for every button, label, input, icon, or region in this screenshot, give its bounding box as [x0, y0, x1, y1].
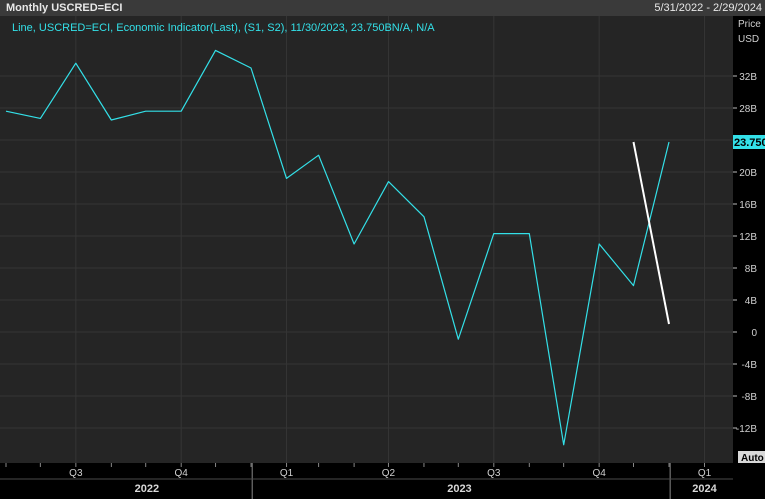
x-tick-label: Q4 — [592, 468, 606, 479]
x-tick-label: Q3 — [487, 468, 501, 479]
series-legend[interactable]: Line, USCRED=ECI, Economic Indicator(Las… — [12, 22, 435, 34]
chart-area[interactable]: 32B28B24B20B16B12B8B4B0-4B-8B-12B Q3Q4Q1… — [0, 0, 765, 499]
y-tick-label: -4B — [741, 360, 757, 371]
x-tick-label: Q1 — [698, 468, 712, 479]
y-tick-label: 28B — [739, 104, 757, 115]
x-tick-label: Q3 — [69, 468, 83, 479]
auto-scale-label[interactable]: Auto — [741, 453, 764, 464]
x-tick-label: Q1 — [280, 468, 294, 479]
last-value-label: 23.750 — [734, 137, 765, 149]
currency-label: USD — [738, 34, 759, 45]
year-label: 2024 — [692, 483, 717, 495]
price-label: Price — [738, 19, 761, 30]
year-label: 2023 — [447, 483, 471, 495]
y-tick-label: 12B — [739, 232, 757, 243]
y-tick-label: 16B — [739, 200, 757, 211]
x-tick-label: Q4 — [175, 468, 189, 479]
y-tick-label: 4B — [745, 296, 758, 307]
y-tick-label: -8B — [741, 392, 757, 403]
y-tick-label: 0 — [751, 328, 757, 339]
y-tick-label: 8B — [745, 264, 758, 275]
year-label: 2022 — [135, 483, 159, 495]
y-tick-label: -12B — [736, 424, 757, 435]
x-tick-label: Q2 — [382, 468, 396, 479]
y-tick-label: 32B — [739, 72, 757, 83]
y-tick-label: 20B — [739, 168, 757, 179]
